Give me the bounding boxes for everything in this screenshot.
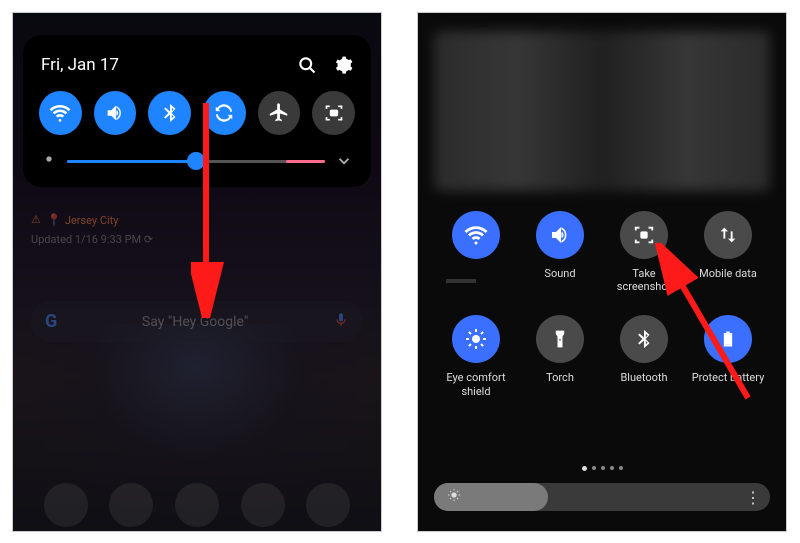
slider-highlight (286, 160, 325, 163)
qs-screenshot[interactable]: Take screenshot (606, 211, 682, 293)
page-dot (592, 466, 596, 470)
page-dot (619, 466, 623, 470)
autorotate-toggle[interactable] (203, 91, 246, 135)
page-dot (610, 466, 614, 470)
wifi-icon[interactable] (452, 211, 500, 259)
page-dot (601, 466, 605, 470)
slider-thumb[interactable] (187, 152, 205, 170)
torch-icon[interactable] (536, 315, 584, 363)
slider-fill (67, 160, 196, 163)
page-indicator[interactable] (418, 466, 786, 471)
eye-comfort-icon[interactable] (452, 315, 500, 363)
brightness-icon (41, 151, 57, 171)
search-placeholder: Say "Hey Google" (142, 314, 248, 330)
qs-label: Mobile data (699, 267, 757, 293)
weather-widget[interactable]: ⚠ 📍 Jersey City (31, 213, 363, 227)
phone-screenshot-right: Sound Take screenshot Mobile data Eye co… (417, 12, 787, 532)
blurred-region (434, 31, 770, 191)
qs-bluetooth[interactable]: Bluetooth (606, 315, 682, 397)
search-icon[interactable] (297, 55, 317, 75)
screenshot-toggle[interactable] (312, 91, 355, 135)
qs-label: Bluetooth (620, 371, 667, 397)
home-screen-widgets: ⚠ 📍 Jersey City Updated 1/16 9:33 PM ⟳ G… (31, 213, 363, 342)
gear-icon[interactable] (333, 55, 353, 75)
bluetooth-toggle[interactable] (148, 91, 191, 135)
phone-screenshot-left: Fri, Jan 17 (12, 12, 382, 532)
qs-protect-battery[interactable]: Protect battery (690, 315, 766, 397)
brightness-slider[interactable] (67, 160, 325, 163)
qs-sound[interactable]: Sound (522, 211, 598, 293)
alert-icon: ⚠ (31, 213, 41, 227)
chevron-down-icon[interactable] (335, 152, 353, 170)
dock-app[interactable] (175, 483, 219, 527)
dock-app[interactable] (109, 483, 153, 527)
quick-settings-header: Fri, Jan 17 (35, 53, 359, 89)
qs-torch[interactable]: Torch (522, 315, 598, 397)
weather-updated: Updated 1/16 9:33 PM ⟳ (31, 233, 363, 246)
wifi-toggle[interactable] (39, 91, 82, 135)
dock-app[interactable] (306, 483, 350, 527)
more-icon[interactable]: ⋮ (745, 488, 762, 507)
qs-label: Sound (544, 267, 575, 293)
mic-icon[interactable] (333, 312, 349, 332)
page-dot (582, 466, 587, 471)
brightness-slider-row (35, 137, 359, 175)
qs-label: Eye comfort shield (438, 371, 514, 397)
battery-icon[interactable] (704, 315, 752, 363)
location-label: 📍 Jersey City (47, 213, 119, 227)
quick-settings-grid: Sound Take screenshot Mobile data Eye co… (438, 211, 766, 398)
mobile-data-icon[interactable] (704, 211, 752, 259)
qs-label: Torch (546, 371, 574, 397)
quick-toggles-row (35, 89, 359, 137)
screenshot-icon[interactable] (620, 211, 668, 259)
google-logo-icon: G (45, 311, 57, 332)
sound-icon[interactable] (536, 211, 584, 259)
qs-label: Take screenshot (606, 267, 682, 293)
dock-app[interactable] (44, 483, 88, 527)
dock-app[interactable] (241, 483, 285, 527)
wifi-name-redacted (446, 279, 476, 283)
google-search-bar[interactable]: G Say "Hey Google" (31, 301, 363, 342)
quick-settings-panel: Fri, Jan 17 (23, 35, 371, 187)
volume-toggle[interactable] (94, 91, 137, 135)
brightness-icon (446, 487, 462, 507)
date-label: Fri, Jan 17 (41, 55, 119, 75)
bluetooth-icon[interactable] (620, 315, 668, 363)
qs-eye-comfort[interactable]: Eye comfort shield (438, 315, 514, 397)
header-actions (297, 55, 353, 75)
qs-mobile-data[interactable]: Mobile data (690, 211, 766, 293)
dock (13, 483, 381, 527)
qs-label: Protect battery (692, 371, 765, 397)
brightness-bar[interactable]: ⋮ (434, 483, 770, 511)
airplane-toggle[interactable] (258, 91, 301, 135)
